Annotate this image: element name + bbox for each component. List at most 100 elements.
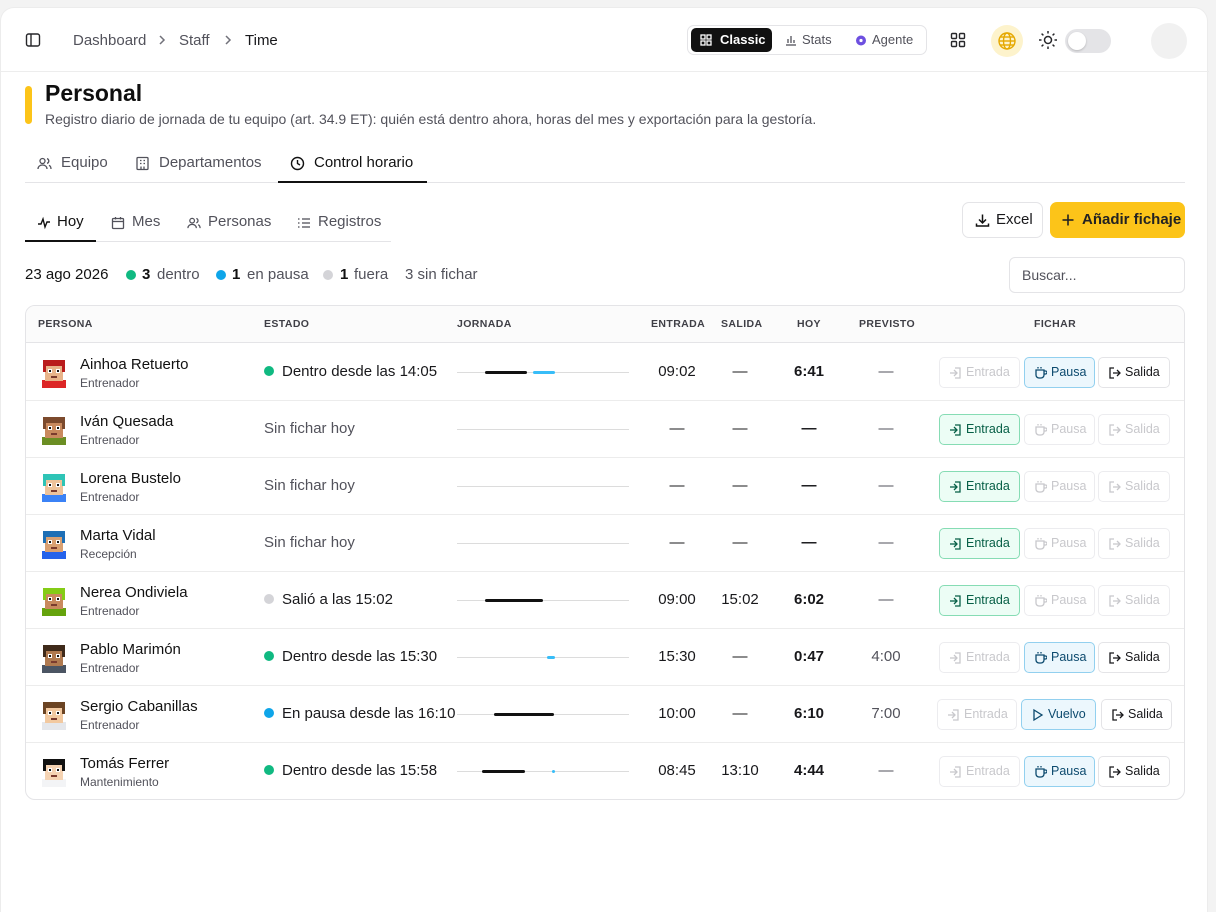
pausa-button[interactable]: Pausa [1024,528,1095,559]
app-window: Dashboard Staff Time Classic Stats Agent… [0,7,1209,912]
pausa-button[interactable]: Pausa [1024,642,1095,673]
hoy-cell: — [801,477,817,494]
status-dot [264,651,274,661]
salida-icon [1109,481,1121,493]
title-accent-bar [25,86,32,124]
person-name[interactable]: Iván Quesada [80,413,173,430]
search-input[interactable] [1009,257,1185,293]
person-name[interactable]: Pablo Marimón [80,641,181,658]
person-name[interactable]: Nerea Ondiviela [80,584,188,601]
mode-stats[interactable]: Stats [776,28,840,52]
pausa-icon [1035,766,1047,778]
person-role: Entrenador [80,490,140,504]
previsto-cell: — [878,477,894,494]
export-excel-button[interactable]: Excel [962,202,1043,238]
sun-icon[interactable] [1038,30,1058,50]
subtab-personas[interactable]: Personas [187,204,275,242]
entrada-button[interactable]: Entrada [937,699,1017,730]
jornada-timeline [457,770,629,773]
salida-cell: — [732,534,748,551]
pausa-button[interactable]: Pausa [1024,756,1095,787]
entrada-cell: — [669,534,685,551]
subtab-hoy[interactable]: Hoy [25,204,96,242]
entrada-button[interactable]: Entrada [939,642,1020,673]
salida-cell: 13:10 [721,762,759,779]
salida-button[interactable]: Salida [1098,357,1170,388]
subtab-registros[interactable]: Registros [297,204,387,242]
pausa-label: en pausa [247,266,309,283]
salida-button[interactable]: Salida [1101,699,1172,730]
timeline-segment [485,371,527,374]
salida-button[interactable]: Salida [1098,642,1170,673]
jornada-timeline [457,599,629,602]
person-role: Recepción [80,547,137,561]
vuelvo-button[interactable]: Vuelvo [1021,699,1096,730]
status-text: Dentro desde las 15:58 [282,762,438,779]
mode-classic[interactable]: Classic [691,28,772,52]
hoy-cell: 0:47 [793,648,825,665]
person-name[interactable]: Ainhoa Retuerto [80,356,188,373]
jornada-timeline [457,486,629,487]
mode-agente[interactable]: Agente [846,28,920,52]
person-role: Entrenador [80,433,140,447]
status-cell: Dentro desde las 15:30 [264,648,437,665]
pausa-button[interactable]: Pausa [1024,471,1095,502]
dentro-dot [126,270,136,280]
entrada-cell: 15:30 [658,648,696,665]
subtab-mes[interactable]: Mes [111,204,171,242]
hoy-cell: 6:02 [793,591,825,608]
pausa-button[interactable]: Pausa [1024,357,1095,388]
person-avatar [40,472,68,502]
entrada-button[interactable]: Entrada [939,471,1020,502]
pausa-icon [1035,367,1047,379]
status-text: En pausa desde las 16:10 [282,705,456,722]
entrada-cell: 10:00 [658,705,696,722]
table-row: Iván Quesada Entrenador Sin fichar hoy —… [26,401,1184,458]
entrada-button[interactable]: Entrada [939,357,1020,388]
breadcrumb-staff[interactable]: Staff [179,32,210,50]
entrada-button[interactable]: Entrada [939,528,1020,559]
theme-toggle[interactable] [1065,29,1111,53]
salida-cell: — [732,705,748,722]
tab-equipo[interactable]: Equipo [37,146,121,183]
clock-icon [290,156,305,171]
add-fichaje-button[interactable]: Añadir fichaje [1050,202,1185,238]
entrada-button[interactable]: Entrada [939,585,1020,616]
language-button[interactable] [991,25,1023,57]
person-name[interactable]: Lorena Bustelo [80,470,181,487]
entrada-icon [950,766,961,778]
entrada-icon [950,424,961,436]
pausa-button[interactable]: Pausa [1024,414,1095,445]
timeline-segment [547,656,555,659]
bar-chart-icon [786,36,796,46]
person-name[interactable]: Tomás Ferrer [80,755,169,772]
tab-departamentos[interactable]: Departamentos [135,146,280,183]
status-dot [264,708,274,718]
tab-control-horario[interactable]: Control horario [278,146,427,183]
status-cell: Dentro desde las 15:58 [264,762,437,779]
main-tabs: Equipo Departamentos Control horario [25,146,1185,183]
breadcrumb-dashboard[interactable]: Dashboard [73,32,146,50]
sidebar-toggle-icon[interactable] [25,32,41,48]
salida-button[interactable]: Salida [1098,414,1170,445]
entrada-button[interactable]: Entrada [939,756,1020,787]
salida-button[interactable]: Salida [1098,756,1170,787]
sub-tabs: Hoy Mes Personas Registros [25,204,391,242]
entrada-icon [950,538,961,550]
salida-button[interactable]: Salida [1098,471,1170,502]
salida-icon [1109,766,1121,778]
entrada-button[interactable]: Entrada [939,414,1020,445]
user-avatar[interactable] [1151,23,1187,59]
jornada-timeline [457,713,629,716]
pausa-button[interactable]: Pausa [1024,585,1095,616]
hoy-cell: — [801,534,817,551]
apps-grid-icon[interactable] [950,32,966,48]
previsto-cell: 7:00 [871,705,901,722]
col-estado: ESTADO [264,318,310,330]
salida-button[interactable]: Salida [1098,528,1170,559]
person-name[interactable]: Sergio Cabanillas [80,698,198,715]
table-row: Tomás Ferrer Mantenimiento Dentro desde … [26,743,1184,799]
person-name[interactable]: Marta Vidal [80,527,156,544]
table-row: Ainhoa Retuerto Entrenador Dentro desde … [26,344,1184,401]
salida-button[interactable]: Salida [1098,585,1170,616]
